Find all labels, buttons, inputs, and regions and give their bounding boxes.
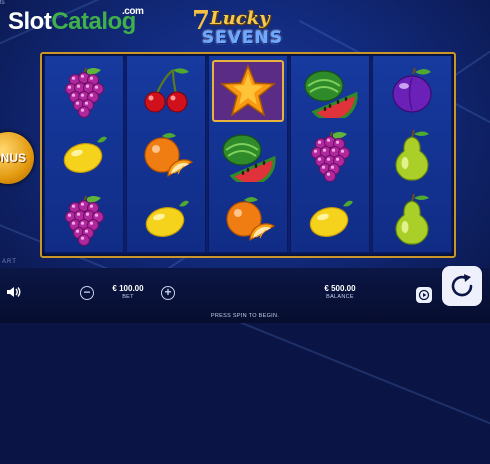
autoplay-icon (418, 289, 430, 301)
watermark: SlotCatalog .com (8, 6, 144, 36)
watermark-slot: Slot (8, 8, 52, 35)
autoplay-button[interactable] (416, 287, 432, 303)
increase-bet-button[interactable]: + (161, 286, 175, 300)
corner-text: ts (0, 0, 5, 6)
reel-3 (208, 56, 288, 252)
logo-sevens: SEVENS (202, 28, 284, 48)
grapes-icon (48, 60, 120, 122)
lemon-icon (294, 188, 366, 250)
cherries-icon (130, 60, 202, 122)
logo-lucky: Lucky (210, 8, 270, 29)
pear-icon (376, 124, 448, 186)
spin-button[interactable] (442, 266, 482, 306)
reel-2 (126, 56, 206, 252)
spin-icon (451, 274, 473, 297)
reel-1 (44, 56, 124, 252)
plum-icon (376, 60, 448, 122)
spin-prompt: PRESS SPIN TO BEGIN. (210, 313, 280, 319)
bet-label: BET (122, 294, 134, 300)
reels-frame (40, 52, 456, 258)
bonus-label: ONUS (0, 151, 26, 165)
pear-icon (376, 188, 448, 250)
grapes-icon (48, 188, 120, 250)
game-logo: 7 Lucky SEVENS (188, 6, 292, 50)
balance-label: BALANCE (326, 294, 354, 300)
lemon-icon (48, 124, 120, 186)
brand-text: ART (2, 259, 17, 265)
watermark-com: .com (122, 6, 144, 17)
watermelon-icon (294, 60, 366, 122)
watermelon-icon (212, 124, 284, 186)
grapes-icon (294, 124, 366, 186)
orange-icon (130, 124, 202, 186)
lemon-icon (130, 188, 202, 250)
decrease-bet-button[interactable]: − (80, 286, 94, 300)
reel-5 (372, 56, 452, 252)
bet-value: € 100.00 (112, 284, 144, 293)
volume-icon[interactable] (6, 285, 22, 299)
reel-4 (290, 56, 370, 252)
star-icon (212, 60, 284, 122)
balance-value: € 500.00 (324, 284, 356, 293)
orange-icon (212, 188, 284, 250)
